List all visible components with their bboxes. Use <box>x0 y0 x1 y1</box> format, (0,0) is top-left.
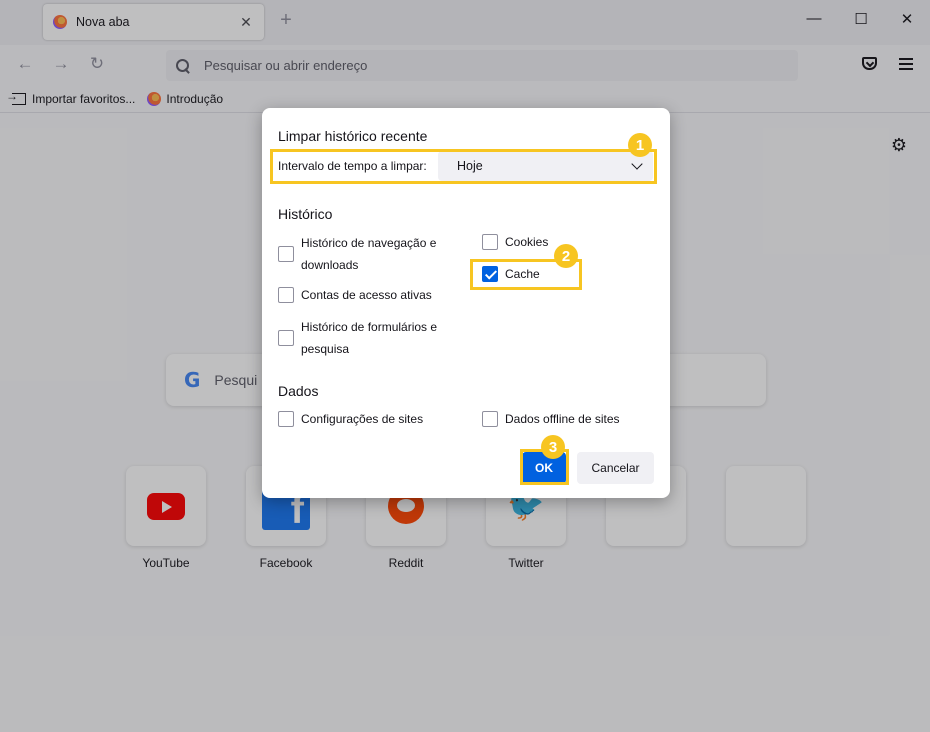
option-forms[interactable]: Histórico de formulários e pesquisa <box>278 316 451 360</box>
step-badge-1: 1 <box>628 133 652 157</box>
option-nav-history[interactable]: Histórico de navegação e downloads <box>278 232 451 276</box>
option-site-settings[interactable]: Configurações de sites <box>278 408 423 430</box>
option-logins[interactable]: Contas de acesso ativas <box>278 284 432 306</box>
step-badge-3: 3 <box>541 435 565 459</box>
option-label: Cookies <box>505 235 549 249</box>
option-label: Dados offline de sites <box>505 412 620 426</box>
highlight-time-range <box>270 149 657 184</box>
checkbox[interactable] <box>482 411 498 427</box>
checkbox[interactable] <box>278 246 294 262</box>
step-badge-2: 2 <box>554 244 578 268</box>
option-offline-data[interactable]: Dados offline de sites <box>482 408 620 430</box>
checkbox[interactable] <box>278 330 294 346</box>
dialog-title: Limpar histórico recente <box>278 128 428 144</box>
checkbox[interactable] <box>278 287 294 303</box>
option-label: Contas de acesso ativas <box>301 288 432 302</box>
checkbox[interactable] <box>482 234 498 250</box>
history-section-title: Histórico <box>278 206 333 222</box>
option-label: Histórico de formulários e pesquisa <box>301 320 438 356</box>
option-cookies[interactable]: Cookies <box>482 231 548 253</box>
option-label: Histórico de navegação e downloads <box>301 236 437 272</box>
cancel-button[interactable]: Cancelar <box>577 452 654 484</box>
data-section-title: Dados <box>278 383 319 399</box>
checkbox[interactable] <box>278 411 294 427</box>
option-label: Configurações de sites <box>301 412 424 426</box>
